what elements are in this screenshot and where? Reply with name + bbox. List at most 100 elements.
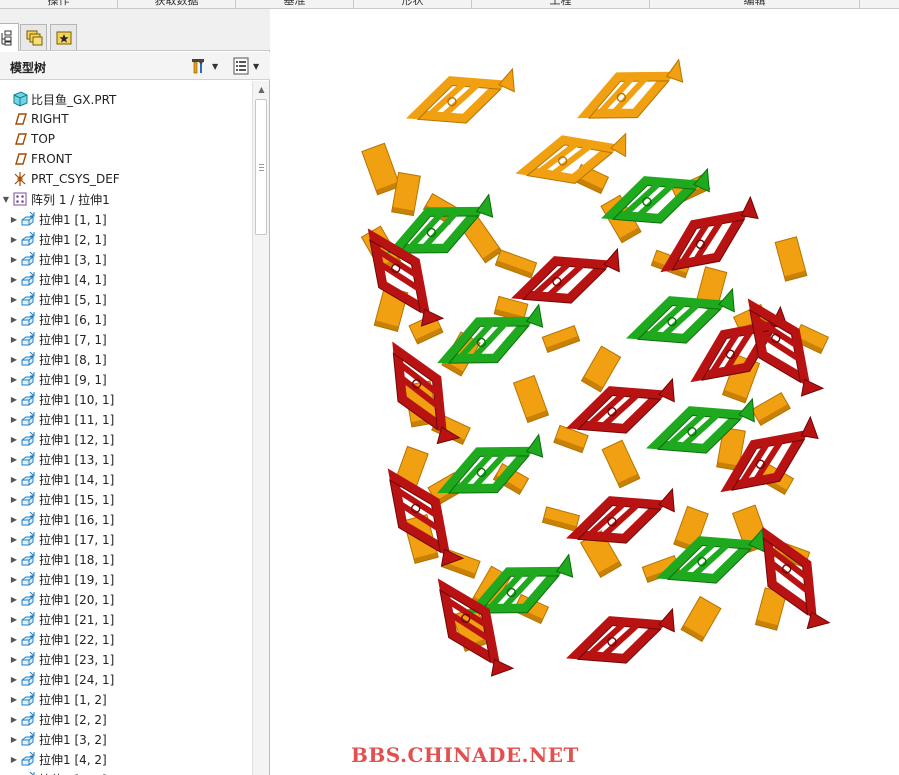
tree-item-icon — [20, 431, 36, 447]
collapse-triangle-icon[interactable]: ▼ — [0, 193, 12, 205]
tree-item-pattern-member[interactable]: ▶ 拉伸1 [4, 2] — [0, 749, 252, 769]
expand-triangle-icon[interactable]: ▶ — [8, 733, 20, 745]
expand-triangle-icon[interactable]: ▶ — [8, 493, 20, 505]
tree-item-pattern-member[interactable]: ▶ 拉伸1 [19, 1] — [0, 569, 252, 589]
ribbon-group-editing[interactable]: 编辑 — [650, 0, 860, 8]
pattern-frame[interactable] — [511, 240, 629, 319]
model-block[interactable] — [494, 249, 538, 279]
expand-triangle-icon[interactable]: ▶ — [8, 673, 20, 685]
scroll-up-button[interactable]: ▲ — [253, 81, 270, 98]
tree-item-pattern-member[interactable]: ▶ 拉伸1 [17, 1] — [0, 529, 252, 549]
expand-triangle-icon[interactable]: ▶ — [8, 553, 20, 565]
tree-item-pattern[interactable]: ▼ 阵列 1 / 拉伸1 — [0, 189, 252, 209]
expand-triangle-icon[interactable]: ▶ — [8, 473, 20, 485]
tree-item-pattern-member[interactable]: ▶ 拉伸1 [3, 1] — [0, 249, 252, 269]
tree-scrollbar[interactable]: ▲ — [252, 81, 269, 775]
tree-item-pattern-member[interactable]: ▶ 拉伸1 [2, 2] — [0, 709, 252, 729]
tree-item-pattern-member[interactable]: ▶ 拉伸1 [14, 1] — [0, 469, 252, 489]
pattern-frame[interactable] — [566, 600, 684, 679]
tree-item-pattern-member[interactable]: ▶ 拉伸1 [9, 1] — [0, 369, 252, 389]
tree-settings-button[interactable]: ▼ — [189, 56, 218, 76]
graphics-viewport[interactable] — [271, 9, 899, 775]
tab-model-tree[interactable] — [0, 23, 19, 51]
model-block[interactable] — [512, 374, 550, 424]
expand-triangle-icon[interactable]: ▶ — [8, 333, 20, 345]
expand-triangle-icon[interactable]: ▶ — [8, 353, 20, 365]
tree-item-top[interactable]: TOP — [0, 129, 252, 149]
tree-item-pattern-member[interactable]: ▶ 拉伸1 [7, 1] — [0, 329, 252, 349]
model-block[interactable] — [580, 345, 622, 393]
tree-item-front[interactable]: FRONT — [0, 149, 252, 169]
tree-item-pattern-member[interactable]: ▶ 拉伸1 [3, 2] — [0, 729, 252, 749]
tree-item-pattern-member[interactable]: ▶ 拉伸1 [10, 1] — [0, 389, 252, 409]
pattern-frame[interactable] — [515, 124, 635, 195]
expand-triangle-icon[interactable]: ▶ — [8, 453, 20, 465]
expand-triangle-icon[interactable]: ▶ — [8, 253, 20, 265]
model-block[interactable] — [680, 595, 722, 643]
tree-item-pattern-member[interactable]: ▶ 拉伸1 [15, 1] — [0, 489, 252, 509]
model-block[interactable] — [774, 236, 808, 282]
tree-item-pattern-member[interactable]: ▶ 拉伸1 [20, 1] — [0, 589, 252, 609]
tree-item-pattern-member[interactable]: ▶ 拉伸1 [12, 1] — [0, 429, 252, 449]
tree-item-pattern-member[interactable]: ▶ 拉伸1 [4, 1] — [0, 269, 252, 289]
expand-triangle-icon[interactable]: ▶ — [8, 313, 20, 325]
ribbon-group-operations[interactable]: 操作 — [0, 0, 118, 8]
ribbon-group-datum[interactable]: 基准 — [236, 0, 354, 8]
expand-triangle-icon[interactable]: ▶ — [8, 713, 20, 725]
expand-triangle-icon[interactable]: ▶ — [8, 753, 20, 765]
model-block[interactable] — [751, 392, 791, 426]
tree-item-prt-csys-def[interactable]: PRT_CSYS_DEF — [0, 169, 252, 189]
tree-item-pattern-member[interactable]: ▶ 拉伸1 [5, 1] — [0, 289, 252, 309]
expand-triangle-icon[interactable]: ▶ — [8, 573, 20, 585]
expand-triangle-icon[interactable]: ▶ — [8, 293, 20, 305]
tree-show-button[interactable]: ▼ — [232, 56, 259, 76]
tree-item-pattern-member[interactable]: ▶ 拉伸1 [21, 1] — [0, 609, 252, 629]
ribbon-group-shapes[interactable]: 形状 — [354, 0, 472, 8]
expand-triangle-icon[interactable]: ▶ — [8, 653, 20, 665]
expand-triangle-icon[interactable]: ▶ — [8, 613, 20, 625]
tree-item-label: 拉伸1 [1, 1] — [39, 212, 107, 227]
tree-item-pattern-member[interactable]: ▶ 拉伸1 [8, 1] — [0, 349, 252, 369]
tree-item-pattern-member[interactable]: ▶ 拉伸1 [22, 1] — [0, 629, 252, 649]
tree-item-root-part[interactable]: 比目鱼_GX.PRT — [0, 89, 252, 109]
expand-triangle-icon[interactable]: ▶ — [8, 373, 20, 385]
ribbon-group-engineering[interactable]: 工程 — [472, 0, 650, 8]
pattern-frame[interactable] — [577, 51, 693, 137]
expand-triangle-icon[interactable]: ▶ — [8, 593, 20, 605]
tree-item-right[interactable]: RIGHT — [0, 109, 252, 129]
expand-triangle-icon[interactable]: ▶ — [8, 413, 20, 425]
model-block[interactable] — [361, 142, 401, 196]
extrude-feature-icon — [21, 511, 35, 526]
ribbon-group-get-data[interactable]: 获取数据 — [118, 0, 236, 8]
tree-item-pattern-member[interactable]: ▶拉伸1 [5, 2] — [0, 769, 252, 775]
expand-triangle-icon[interactable]: ▶ — [8, 273, 20, 285]
tab-favorites[interactable] — [50, 24, 77, 50]
tree-item-pattern-member[interactable]: ▶ 拉伸1 [11, 1] — [0, 409, 252, 429]
model-block[interactable] — [601, 439, 641, 489]
extrude-feature-icon — [21, 611, 35, 626]
tree-item-pattern-member[interactable]: ▶ 拉伸1 [24, 1] — [0, 669, 252, 689]
expand-triangle-icon[interactable]: ▶ — [8, 693, 20, 705]
extrude-feature-icon — [21, 631, 35, 646]
expand-triangle-icon[interactable]: ▶ — [8, 233, 20, 245]
tree-item-pattern-member[interactable]: ▶ 拉伸1 [6, 1] — [0, 309, 252, 329]
tree-item-pattern-member[interactable]: ▶ 拉伸1 [2, 1] — [0, 229, 252, 249]
scroll-thumb[interactable] — [255, 99, 267, 235]
expand-triangle-icon[interactable]: ▶ — [8, 633, 20, 645]
tree-item-pattern-member[interactable]: ▶ 拉伸1 [23, 1] — [0, 649, 252, 669]
tab-folder-browser[interactable] — [20, 24, 47, 50]
pattern-frame[interactable] — [406, 60, 524, 139]
model-block[interactable] — [541, 325, 581, 353]
expand-triangle-icon[interactable]: ▶ — [8, 533, 20, 545]
expand-triangle-icon[interactable]: ▶ — [8, 433, 20, 445]
expand-triangle-icon[interactable]: ▶ — [8, 393, 20, 405]
model-block[interactable] — [541, 506, 581, 532]
expand-triangle-icon[interactable]: ▶ — [8, 513, 20, 525]
tree-item-pattern-member[interactable]: ▶ 拉伸1 [16, 1] — [0, 509, 252, 529]
tree-item-pattern-member[interactable]: ▶ 拉伸1 [18, 1] — [0, 549, 252, 569]
expand-triangle-icon[interactable]: ▶ — [8, 213, 20, 225]
tree-item-pattern-member[interactable]: ▶ 拉伸1 [1, 2] — [0, 689, 252, 709]
tree-item-pattern-member[interactable]: ▶ 拉伸1 [1, 1] — [0, 209, 252, 229]
tree-item-pattern-member[interactable]: ▶ 拉伸1 [13, 1] — [0, 449, 252, 469]
